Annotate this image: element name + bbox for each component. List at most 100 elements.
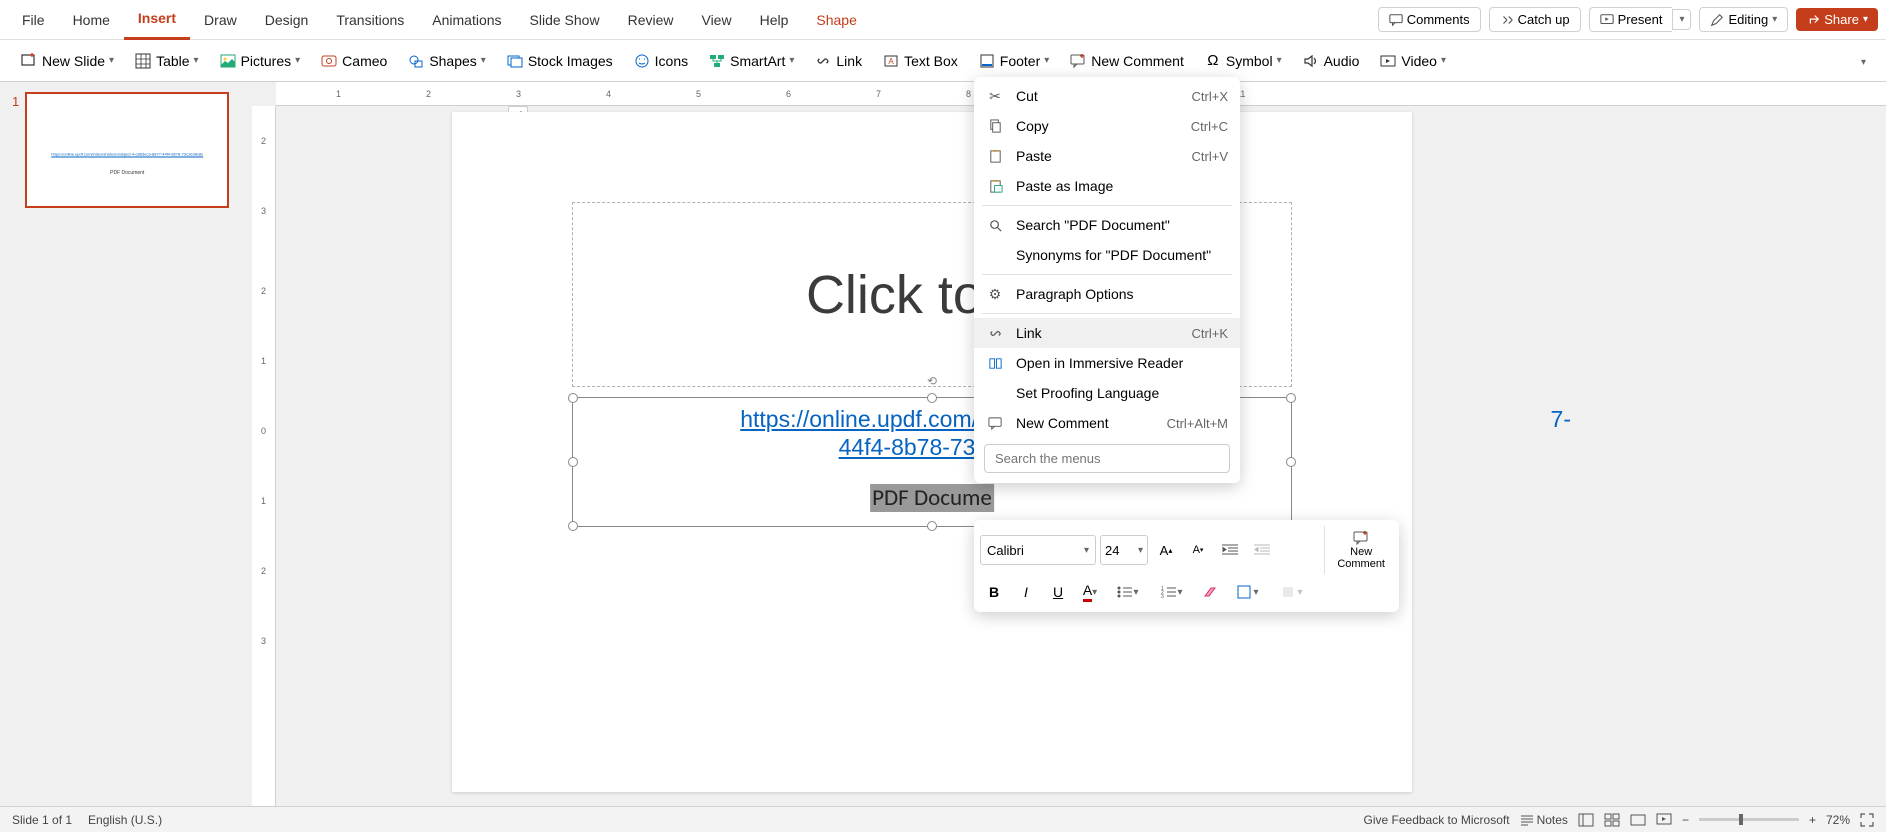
slide-thumbnail-1[interactable]: https://online.updf.com/index/share/en/o…: [25, 92, 229, 208]
tab-slideshow[interactable]: Slide Show: [516, 0, 614, 40]
mini-new-comment[interactable]: New Comment: [1324, 526, 1393, 574]
mini-toolbar: Calibri ▾ 24 ▾ A▴ A▾ New Comment B I U A…: [974, 520, 1399, 612]
view-slideshow-button[interactable]: [1656, 813, 1672, 827]
ctx-paste-image[interactable]: Paste as Image: [974, 171, 1240, 201]
editing-button[interactable]: Editing ▾: [1699, 7, 1788, 32]
textbox-button[interactable]: A Text Box: [874, 48, 966, 74]
font-color-button[interactable]: A▾: [1076, 578, 1104, 606]
font-size-selector[interactable]: 24 ▾: [1100, 535, 1148, 565]
resize-handle[interactable]: [568, 457, 578, 467]
ctx-proofing-label: Set Proofing Language: [1016, 385, 1228, 401]
ctx-paste[interactable]: Paste Ctrl+V: [974, 141, 1240, 171]
tab-view[interactable]: View: [687, 0, 745, 40]
tab-draw[interactable]: Draw: [190, 0, 251, 40]
grow-font-button[interactable]: A▴: [1152, 536, 1180, 564]
ctx-synonyms[interactable]: Synonyms for "PDF Document": [974, 240, 1240, 270]
bullets-button[interactable]: ▾: [1108, 578, 1148, 606]
tab-file[interactable]: File: [8, 0, 59, 40]
tab-transitions[interactable]: Transitions: [322, 0, 418, 40]
feedback-button[interactable]: Give Feedback to Microsoft: [1364, 813, 1510, 827]
audio-button[interactable]: Audio: [1294, 48, 1368, 74]
ctx-link[interactable]: Link Ctrl+K: [974, 318, 1240, 348]
zoom-out-button[interactable]: −: [1682, 813, 1689, 827]
view-sorter-button[interactable]: [1604, 813, 1620, 827]
view-reading-button[interactable]: [1630, 813, 1646, 827]
zoom-slider[interactable]: [1699, 818, 1799, 821]
ribbon-overflow[interactable]: ▾: [1853, 48, 1874, 74]
clear-formatting-button[interactable]: [1196, 578, 1224, 606]
view-normal-button[interactable]: [1578, 813, 1594, 827]
language-status[interactable]: English (U.S.): [88, 813, 162, 827]
resize-handle[interactable]: [1286, 457, 1296, 467]
share-button[interactable]: Share ▾: [1796, 8, 1878, 31]
resize-handle[interactable]: [568, 393, 578, 403]
shrink-font-button[interactable]: A▾: [1184, 536, 1212, 564]
tab-insert[interactable]: Insert: [124, 0, 190, 40]
italic-button[interactable]: I: [1012, 578, 1040, 606]
tab-review[interactable]: Review: [614, 0, 688, 40]
new-slide-button[interactable]: New Slide ▾: [12, 48, 122, 74]
resize-handle[interactable]: [927, 393, 937, 403]
tab-animations[interactable]: Animations: [418, 0, 515, 40]
styles-button[interactable]: ▾: [1228, 578, 1268, 606]
ctx-search[interactable]: Search "PDF Document": [974, 210, 1240, 240]
ctx-immersive[interactable]: Open in Immersive Reader: [974, 348, 1240, 378]
selected-text[interactable]: PDF Docume: [870, 484, 994, 512]
footer-button[interactable]: Footer ▾: [970, 48, 1058, 74]
link-button[interactable]: Link: [806, 48, 870, 74]
tab-home[interactable]: Home: [59, 0, 124, 40]
video-icon: [1379, 52, 1397, 70]
ctx-new-comment[interactable]: New Comment Ctrl+Alt+M: [974, 408, 1240, 438]
ctx-paragraph[interactable]: ⚙ Paragraph Options: [974, 279, 1240, 309]
paste-image-icon: [986, 177, 1004, 195]
ctx-proofing[interactable]: Set Proofing Language: [974, 378, 1240, 408]
tab-help[interactable]: Help: [746, 0, 803, 40]
bold-button[interactable]: B: [980, 578, 1008, 606]
video-button[interactable]: Video ▾: [1371, 48, 1454, 74]
symbol-button[interactable]: Ω Symbol ▾: [1196, 48, 1290, 74]
menu-search-input[interactable]: [984, 444, 1230, 473]
present-dropdown[interactable]: ▾: [1672, 9, 1691, 30]
increase-indent-button[interactable]: [1248, 536, 1276, 564]
cameo-button[interactable]: Cameo: [312, 48, 395, 74]
fit-to-window-button[interactable]: [1860, 813, 1874, 827]
zoom-in-button[interactable]: +: [1809, 813, 1816, 827]
chevron-down-icon: ▾: [1772, 14, 1777, 25]
resize-handle[interactable]: [568, 521, 578, 531]
table-button[interactable]: Table ▾: [126, 48, 207, 74]
ctx-cut[interactable]: ✂ Cut Ctrl+X: [974, 81, 1240, 111]
zoom-level[interactable]: 72%: [1826, 813, 1850, 827]
stock-images-button[interactable]: Stock Images: [498, 48, 621, 74]
chevron-down-icon: ▾: [1253, 587, 1258, 598]
slide-canvas[interactable]: Click to ad ⟲ https://online.updf.com/in…: [452, 112, 1412, 792]
rotate-handle[interactable]: ⟲: [927, 374, 937, 388]
ruler-tick: 6: [786, 89, 791, 99]
new-comment-button[interactable]: New Comment: [1061, 48, 1192, 74]
ruler-tick: 0: [261, 426, 266, 436]
insert-ribbon: New Slide ▾ Table ▾ Pictures ▾ Cameo Sha…: [0, 40, 1886, 82]
resize-handle[interactable]: [927, 521, 937, 531]
smartart-button[interactable]: SmartArt ▾: [700, 48, 802, 74]
catchup-button[interactable]: Catch up: [1489, 7, 1581, 32]
ruler-tick: 4: [606, 89, 611, 99]
resize-handle[interactable]: [1286, 393, 1296, 403]
slide-panel[interactable]: 1 https://online.updf.com/index/share/en…: [0, 82, 252, 806]
ctx-copy[interactable]: Copy Ctrl+C: [974, 111, 1240, 141]
fill-button[interactable]: ▾: [1272, 578, 1312, 606]
zoom-thumb[interactable]: [1739, 814, 1743, 825]
font-selector[interactable]: Calibri ▾: [980, 535, 1096, 565]
textbox-icon: A: [882, 52, 900, 70]
tab-shape[interactable]: Shape: [802, 0, 870, 40]
notes-button[interactable]: Notes: [1520, 813, 1568, 827]
numbering-button[interactable]: 123▾: [1152, 578, 1192, 606]
decrease-indent-button[interactable]: [1216, 536, 1244, 564]
link-label: Link: [836, 53, 862, 69]
pictures-button[interactable]: Pictures ▾: [211, 48, 309, 74]
comments-button[interactable]: Comments: [1378, 7, 1481, 32]
icons-button[interactable]: Icons: [625, 48, 696, 74]
present-button[interactable]: Present: [1589, 7, 1673, 32]
shapes-button[interactable]: Shapes ▾: [399, 48, 494, 74]
tab-design[interactable]: Design: [251, 0, 323, 40]
slide-info[interactable]: Slide 1 of 1: [12, 813, 72, 827]
underline-button[interactable]: U: [1044, 578, 1072, 606]
